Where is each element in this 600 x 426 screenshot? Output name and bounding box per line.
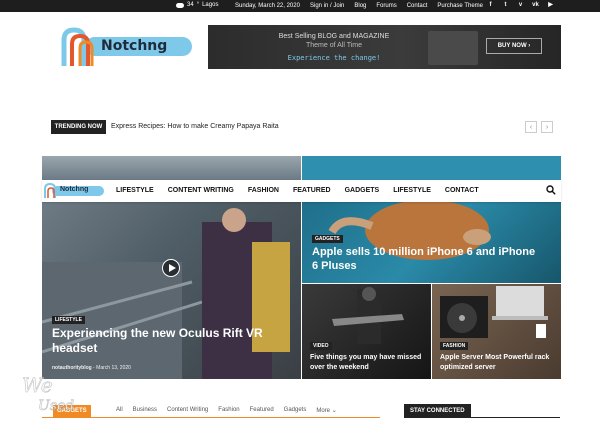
filter-gadgets[interactable]: Gadgets (284, 407, 307, 414)
temperature: 34 (187, 2, 194, 8)
nav-item-content-writing[interactable]: CONTENT WRITING (168, 187, 234, 194)
play-video-icon[interactable] (162, 259, 180, 277)
buy-now-button[interactable]: BUY NOW › (486, 38, 542, 54)
weather-city: Lagos (202, 2, 219, 8)
filter-more-label: More (316, 408, 331, 414)
watermark-logo: We Used (22, 373, 75, 415)
tile-date: March 13, 2020 (96, 365, 131, 371)
filter-featured[interactable]: Featured (250, 407, 274, 414)
tile-category-badge[interactable]: FASHION (440, 342, 469, 350)
nav-item-contact[interactable]: CONTACT (445, 187, 479, 194)
hero-image-top-left (42, 156, 301, 180)
nav-item-lifestyle-2[interactable]: LIFESTYLE (393, 187, 431, 194)
featured-tile-turntable[interactable]: FASHION Apple Server Most Powerful rack … (432, 284, 561, 379)
trending-tag: TRENDING NOW (51, 120, 106, 134)
hero-image-top-right (302, 156, 561, 180)
nav-logo[interactable]: Notchng (44, 183, 106, 199)
featured-tile-guitar[interactable]: VIDEO Five things you may have missed ov… (302, 284, 431, 379)
trending-next-button[interactable]: › (541, 121, 553, 133)
logo-text: Notchng (101, 38, 168, 54)
chevron-down-icon: ⌄ (331, 408, 337, 414)
top-links: Sign in / Join Blog Forums Contact Purch… (310, 3, 483, 9)
twitter-icon[interactable]: t (502, 2, 509, 9)
trending-bar: TRENDING NOW Express Recipes: How to mak… (51, 120, 555, 134)
purchase-theme-link[interactable]: Purchase Theme (437, 3, 483, 9)
weather-widget: 34 ° Lagos (176, 2, 218, 8)
stay-connected-header: STAY CONNECTED (404, 404, 560, 418)
temperature-unit: ° (196, 2, 200, 8)
filter-business[interactable]: Business (133, 407, 157, 414)
nav-logo-text: Notchng (60, 186, 89, 193)
site-logo[interactable]: Notchng (60, 26, 192, 70)
nav-logo-mark-icon (44, 183, 56, 198)
tile-title[interactable]: Apple sells 10 million iPhone 6 and iPho… (312, 245, 542, 273)
filter-content-writing[interactable]: Content Writing (167, 407, 208, 414)
nav-menu: LIFESTYLE CONTENT WRITING FASHION FEATUR… (116, 187, 479, 194)
nav-item-fashion[interactable]: FASHION (248, 187, 279, 194)
sign-in-link[interactable]: Sign in / Join (310, 3, 344, 9)
cloud-icon (176, 2, 184, 8)
trending-headline[interactable]: Express Recipes: How to make Creamy Papa… (111, 123, 279, 130)
current-date: Sunday, March 22, 2020 (235, 3, 300, 9)
ad-banner[interactable]: Best Selling BLOG and MAGAZINE Theme of … (208, 25, 561, 69)
youtube-icon[interactable]: ▶ (547, 2, 554, 9)
tile-category-badge[interactable]: LIFESTYLE (52, 316, 85, 324)
svg-text:Used: Used (38, 398, 74, 414)
top-bar: 34 ° Lagos Sunday, March 22, 2020 Sign in… (0, 0, 600, 12)
blog-link[interactable]: Blog (354, 3, 366, 9)
nav-item-featured[interactable]: FEATURED (293, 187, 331, 194)
forums-link[interactable]: Forums (376, 3, 396, 9)
filter-fashion[interactable]: Fashion (218, 407, 239, 414)
vk-icon[interactable]: vk (532, 2, 539, 9)
nav-item-gadgets[interactable]: GADGETS (345, 187, 380, 194)
tile-title[interactable]: Experiencing the new Oculus Rift VR head… (52, 326, 272, 356)
tile-category-badge[interactable]: GADGETS (312, 235, 343, 243)
filter-more[interactable]: More ⌄ (316, 407, 336, 414)
nav-item-lifestyle[interactable]: LIFESTYLE (116, 187, 154, 194)
vimeo-icon[interactable]: v (517, 2, 524, 9)
banner-line-2: Theme of All Time (305, 42, 363, 49)
logo-mark-icon (61, 27, 94, 66)
tile-title[interactable]: Apple Server Most Powerful rack optimize… (440, 353, 558, 373)
facebook-icon[interactable]: f (487, 2, 494, 9)
search-icon[interactable] (546, 185, 556, 195)
featured-tile-turtle[interactable]: GADGETS Apple sells 10 million iPhone 6 … (302, 202, 561, 283)
banner-screen-image (428, 31, 478, 65)
featured-tile-main[interactable]: LIFESTYLE Experiencing the new Oculus Ri… (42, 202, 301, 379)
tile-title[interactable]: Five things you may have missed over the… (310, 353, 425, 373)
filter-all[interactable]: All (116, 407, 123, 414)
trending-prev-button[interactable]: ‹ (525, 121, 537, 133)
banner-line-1: Best Selling BLOG and MAGAZINE (278, 33, 390, 40)
main-nav: Notchng LIFESTYLE CONTENT WRITING FASHIO… (42, 180, 561, 202)
tile-category-badge[interactable]: VIDEO (310, 342, 332, 350)
svg-text:We: We (22, 373, 53, 397)
section-filters: All Business Content Writing Fashion Fea… (116, 407, 337, 414)
contact-link[interactable]: Contact (407, 3, 428, 9)
stay-connected-label: STAY CONNECTED (404, 404, 471, 417)
banner-line-3: Experience the change! (287, 54, 381, 62)
social-icons: f t v vk ▶ (487, 2, 554, 9)
